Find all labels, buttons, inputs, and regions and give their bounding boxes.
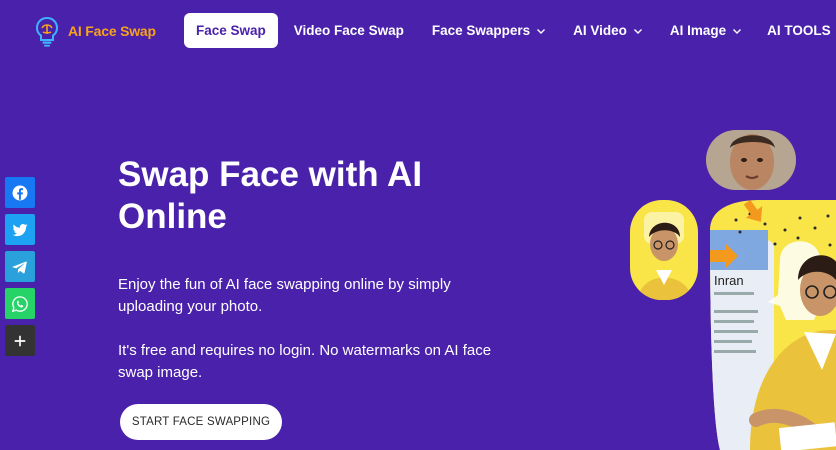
nav-label: Face Swap: [196, 23, 266, 38]
brain-bulb-icon: [35, 16, 59, 47]
share-whatsapp-button[interactable]: [5, 288, 35, 319]
nav-item-video-face-swap[interactable]: Video Face Swap: [294, 13, 404, 48]
nav-label: AI Video: [573, 23, 627, 38]
whatsapp-icon: [11, 295, 28, 312]
hero-subdescription: It's free and requires no login. No wate…: [118, 342, 492, 381]
card-name: Inran: [714, 273, 744, 288]
nav-item-ai-video[interactable]: AI Video: [573, 13, 643, 48]
source-face-photo: [706, 130, 796, 190]
share-twitter-button[interactable]: [5, 214, 35, 245]
chevron-down-icon: [633, 28, 642, 34]
chevron-down-icon: [537, 28, 546, 34]
nav-label: Face Swappers: [431, 23, 531, 38]
hero-title: Swap Face with AI Online: [118, 155, 423, 236]
share-telegram-button[interactable]: [5, 251, 35, 282]
start-face-swapping-button[interactable]: START FACE SWAPPING: [120, 404, 282, 440]
nav-item-ai-image[interactable]: AI Image: [670, 13, 742, 48]
result-card: Inran: [710, 200, 836, 450]
brand-name: AI Face Swap: [68, 23, 156, 39]
share-bar: [5, 177, 35, 356]
nav-item-face-swap[interactable]: Face Swap: [184, 13, 278, 48]
nav-label: AI Image: [669, 23, 727, 38]
plus-icon: [14, 335, 26, 346]
telegram-icon: [12, 261, 27, 273]
nav-label: Video Face Swap: [293, 23, 404, 38]
nav-item-ai-tools[interactable]: AI TOOLS: [767, 13, 836, 48]
brand-logo[interactable]: AI Face Swap: [30, 14, 156, 48]
top-nav: AI Face Swap Face Swap Video Face Swap F…: [0, 0, 836, 62]
share-more-button[interactable]: [5, 325, 35, 356]
nav-label: AI TOOLS: [767, 23, 831, 38]
hero-description: Enjoy the fun of AI face swapping online…: [118, 276, 451, 315]
hero-illustration: Inran: [630, 130, 836, 450]
target-face-photo: [630, 200, 698, 300]
chevron-down-icon: [733, 28, 742, 34]
nav-links: Face Swap Video Face Swap Face Swappers …: [184, 13, 836, 48]
facebook-icon: [12, 185, 28, 200]
nav-item-face-swappers[interactable]: Face Swappers: [432, 13, 546, 48]
share-facebook-button[interactable]: [5, 177, 35, 208]
twitter-icon: [12, 223, 28, 236]
